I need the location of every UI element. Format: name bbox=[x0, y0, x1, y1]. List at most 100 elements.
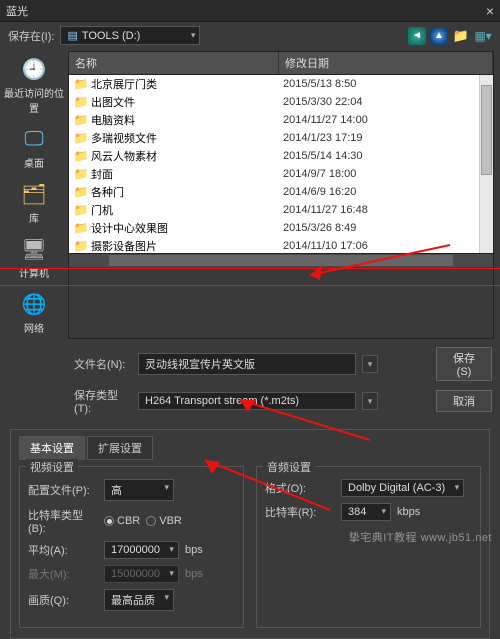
file-name: 各种门 bbox=[89, 184, 283, 200]
video-settings-group: 视频设置 配置文件(P): 高 比特率类型(B): CBR VBR 平均(A):… bbox=[19, 466, 244, 628]
folder-icon: 📁 bbox=[73, 95, 89, 109]
column-name-header[interactable]: 名称 bbox=[69, 52, 279, 74]
save-button[interactable]: 保存(S) bbox=[436, 347, 492, 381]
folder-icon: 📁 bbox=[73, 113, 89, 127]
audio-settings-group: 音频设置 格式(O): Dolby Digital (AC-3) 比特率(R):… bbox=[256, 466, 481, 628]
table-row[interactable]: 📁风云人物素材2015/5/14 14:30 bbox=[69, 147, 493, 165]
nav-up-icon[interactable]: ▲ bbox=[430, 27, 448, 45]
sidebar-network[interactable]: 🌐 网络 bbox=[16, 288, 52, 337]
filename-dropdown-icon[interactable]: ▾ bbox=[362, 355, 378, 373]
annotation-line bbox=[0, 268, 500, 269]
sidebar-recent[interactable]: 🕘 最近访问的位置 bbox=[2, 53, 66, 117]
file-name: 风云人物素材 bbox=[89, 148, 283, 164]
tab-basic[interactable]: 基本设置 bbox=[19, 436, 85, 460]
location-value: TOOLS (D:) bbox=[82, 30, 140, 42]
file-date: 2015/3/26 8:49 bbox=[283, 222, 489, 234]
save-in-label: 保存在(I): bbox=[8, 28, 54, 44]
horizontal-scrollbar[interactable] bbox=[69, 253, 493, 267]
audio-group-title: 音频设置 bbox=[263, 459, 315, 475]
file-date: 2014/9/7 18:00 bbox=[283, 168, 489, 180]
radio-dot-icon bbox=[104, 516, 114, 526]
sidebar-label: 桌面 bbox=[24, 155, 44, 170]
file-date: 2014/11/27 16:48 bbox=[283, 204, 489, 216]
cancel-button[interactable]: 取消 bbox=[436, 390, 492, 412]
filetype-combo[interactable]: H264 Transport stream (*.m2ts) bbox=[138, 392, 356, 410]
file-name: 门机 bbox=[89, 202, 283, 218]
file-date: 2015/3/30 22:04 bbox=[283, 96, 489, 108]
view-mode-icon[interactable]: ▦▾ bbox=[474, 27, 492, 45]
file-name: 设计中心效果图 bbox=[89, 220, 283, 236]
audio-format-combo[interactable]: Dolby Digital (AC-3) bbox=[341, 479, 464, 497]
folder-icon: 📁 bbox=[73, 239, 89, 253]
table-row[interactable]: 📁各种门2014/6/9 16:20 bbox=[69, 183, 493, 201]
folder-icon: 📁 bbox=[73, 77, 89, 91]
sidebar-label: 最近访问的位置 bbox=[4, 85, 64, 115]
radio-vbr[interactable]: VBR bbox=[146, 515, 182, 527]
close-icon[interactable]: × bbox=[486, 3, 494, 19]
sidebar-library[interactable]: 🗂 库 bbox=[16, 178, 52, 227]
file-date: 2015/5/14 14:30 bbox=[283, 150, 489, 162]
vertical-scrollbar[interactable] bbox=[479, 75, 493, 253]
filetype-label: 保存类型(T): bbox=[74, 387, 132, 415]
sidebar-label: 网络 bbox=[24, 320, 44, 335]
table-row[interactable]: 📁北京展厅门类2015/5/13 8:50 bbox=[69, 75, 493, 93]
table-row[interactable]: 📁摄影设备图片2014/11/10 17:06 bbox=[69, 237, 493, 253]
folder-icon: 📁 bbox=[73, 149, 89, 163]
video-group-title: 视频设置 bbox=[26, 459, 78, 475]
table-row[interactable]: 📁多瑞视频文件2014/1/23 17:19 bbox=[69, 129, 493, 147]
file-date: 2015/5/13 8:50 bbox=[283, 78, 489, 90]
library-icon: 🗂 bbox=[18, 180, 50, 208]
max-bitrate-label: 最大(M): bbox=[28, 566, 98, 582]
window-title: 蓝光 bbox=[6, 3, 28, 19]
file-date: 2014/11/27 14:00 bbox=[283, 114, 489, 126]
avg-bitrate-combo[interactable]: 17000000 bbox=[104, 541, 179, 559]
desktop-icon: 🖵 bbox=[18, 125, 50, 153]
folder-icon: 📁 bbox=[73, 185, 89, 199]
tab-extended[interactable]: 扩展设置 bbox=[87, 436, 153, 460]
file-date: 2014/1/23 17:19 bbox=[283, 132, 489, 144]
sidebar-desktop[interactable]: 🖵 桌面 bbox=[16, 123, 52, 172]
folder-icon: 📁 bbox=[73, 203, 89, 217]
computer-icon: 🖥 bbox=[18, 235, 50, 263]
table-row[interactable]: 📁封面2014/9/7 18:00 bbox=[69, 165, 493, 183]
avg-bitrate-label: 平均(A): bbox=[28, 542, 98, 558]
location-combo[interactable]: ▤ TOOLS (D:) bbox=[60, 26, 200, 45]
scroll-thumb[interactable] bbox=[481, 85, 492, 175]
table-row[interactable]: 📁设计中心效果图2015/3/26 8:49 bbox=[69, 219, 493, 237]
quality-label: 画质(Q): bbox=[28, 592, 98, 608]
bitrate-type-label: 比特率类型(B): bbox=[28, 507, 98, 535]
filename-input[interactable]: 灵动线视宣传片英文版 bbox=[138, 353, 356, 375]
filetype-dropdown-icon[interactable]: ▾ bbox=[362, 392, 378, 410]
table-row[interactable]: 📁出图文件2015/3/30 22:04 bbox=[69, 93, 493, 111]
nav-back-icon[interactable]: ◄ bbox=[408, 27, 426, 45]
scroll-thumb[interactable] bbox=[109, 255, 453, 266]
audio-bitrate-combo[interactable]: 384 bbox=[341, 503, 391, 521]
file-name: 北京展厅门类 bbox=[89, 76, 283, 92]
file-name: 出图文件 bbox=[89, 94, 283, 110]
quality-combo[interactable]: 最高品质 bbox=[104, 589, 174, 611]
max-bitrate-combo: 15000000 bbox=[104, 565, 179, 583]
file-date: 2014/6/9 16:20 bbox=[283, 186, 489, 198]
bps-unit: bps bbox=[185, 568, 203, 580]
file-name: 多瑞视频文件 bbox=[89, 130, 283, 146]
column-date-header[interactable]: 修改日期 bbox=[279, 52, 493, 74]
file-name: 封面 bbox=[89, 166, 283, 182]
recent-icon: 🕘 bbox=[18, 55, 50, 83]
table-row[interactable]: 📁电脑资料2014/11/27 14:00 bbox=[69, 111, 493, 129]
table-row[interactable]: 📁门机2014/11/27 16:48 bbox=[69, 201, 493, 219]
audio-bitrate-label: 比特率(R): bbox=[265, 504, 335, 520]
watermark-text: 挚宅典IT教程 www.jb51.net bbox=[349, 529, 492, 545]
bps-unit: bps bbox=[185, 544, 203, 556]
file-name: 摄影设备图片 bbox=[89, 238, 283, 253]
kbps-unit: kbps bbox=[397, 506, 420, 518]
profile-combo[interactable]: 高 bbox=[104, 479, 174, 501]
sidebar-label: 库 bbox=[29, 210, 39, 225]
sidebar-computer[interactable]: 🖥 计算机 bbox=[16, 233, 52, 282]
drive-icon: ▤ bbox=[67, 29, 77, 42]
file-list[interactable]: 📁北京展厅门类2015/5/13 8:50📁出图文件2015/3/30 22:0… bbox=[69, 75, 493, 253]
file-date: 2014/11/10 17:06 bbox=[283, 240, 489, 252]
new-folder-icon[interactable]: 📁 bbox=[452, 27, 470, 45]
profile-label: 配置文件(P): bbox=[28, 482, 98, 498]
radio-cbr[interactable]: CBR bbox=[104, 515, 140, 527]
radio-dot-icon bbox=[146, 516, 156, 526]
